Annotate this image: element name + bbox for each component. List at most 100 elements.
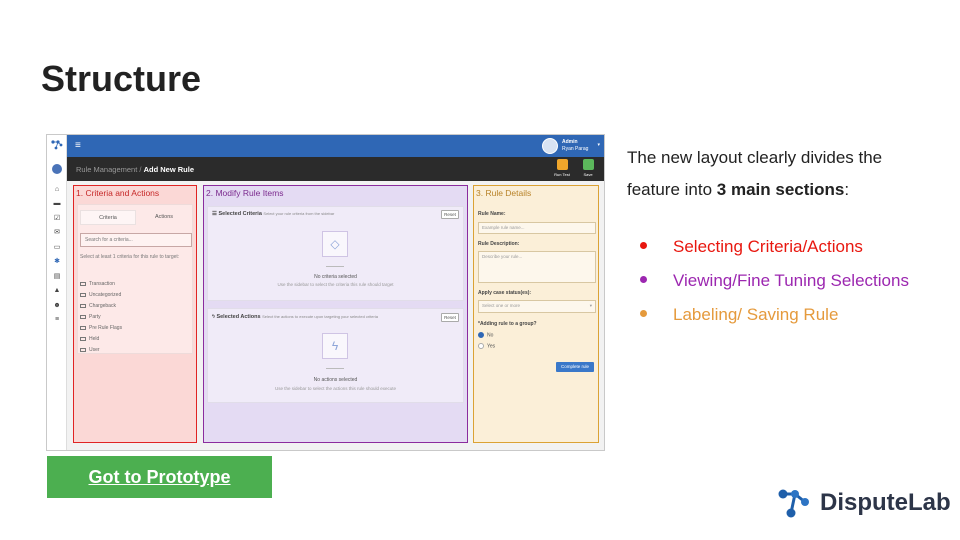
list-item-label: Uncategorized: [89, 292, 122, 298]
slide-title: Structure: [41, 58, 202, 99]
bullet-dot-icon: [640, 242, 647, 250]
radio-selected-icon: [478, 332, 484, 338]
home-icon[interactable]: ⌂: [53, 186, 61, 193]
rule-description-label: Rule Description:: [478, 241, 520, 247]
criteria-list: Transaction Uncategorized Chargeback Par…: [80, 279, 190, 356]
selected-actions-title: Selected Actions: [216, 314, 261, 320]
app-topbar: ≡ Admin Ryan Parag ▾: [67, 135, 604, 157]
chevron-down-icon: ▾: [597, 142, 600, 148]
breadcrumb-parent[interactable]: Rule Management: [76, 165, 137, 174]
warning-icon[interactable]: ▲: [53, 287, 61, 294]
sidebar-avatar[interactable]: [52, 164, 62, 174]
divider: [326, 266, 344, 267]
folder-icon: [80, 347, 86, 352]
no-criteria-title: No criteria selected: [314, 274, 357, 280]
bullet-dot-icon: [640, 310, 647, 318]
list-item[interactable]: Transaction: [80, 279, 190, 290]
app-subbar: Rule Management / Add New Rule Run Test …: [67, 157, 604, 181]
breadcrumb: Rule Management / Add New Rule: [76, 165, 194, 174]
selected-criteria-heading: ☰ Selected Criteria Select your rule cri…: [212, 211, 334, 217]
bullet-text: Selecting Criteria/Actions: [673, 237, 863, 256]
rule-description-input[interactable]: Describe your rule...: [478, 251, 596, 283]
folder-icon: [80, 281, 86, 286]
group-question-label: *Adding rule to a group?: [478, 321, 537, 327]
radio-no[interactable]: No: [478, 332, 493, 338]
criteria-panel: 1. Criteria and Actions Criteria Actions…: [73, 185, 197, 443]
list-item[interactable]: User: [80, 345, 190, 356]
card-icon[interactable]: ▭: [53, 244, 61, 251]
list-item-label: Transaction: [89, 281, 115, 287]
save-label: Save: [583, 172, 593, 177]
rule-name-label: Rule Name:: [478, 211, 506, 217]
list-item[interactable]: Pre Rule Flags: [80, 323, 190, 334]
list-item-label: Held: [89, 336, 100, 342]
folder-icon: [80, 314, 86, 319]
user-menu[interactable]: Admin Ryan Parag ▾: [542, 137, 600, 155]
folder-icon: [80, 336, 86, 341]
intro-bold: 3 main sections: [716, 180, 845, 199]
intro-suffix: :: [844, 180, 850, 199]
list-item[interactable]: Chargeback: [80, 301, 190, 312]
bullet-text: Viewing/Fine Tuning Selections: [673, 271, 909, 290]
list-item[interactable]: Held: [80, 334, 190, 345]
bullet-item: Labeling/ Saving Rule: [640, 300, 909, 334]
no-actions-sub: Use the sidebar to select the actions th…: [274, 386, 397, 391]
bullet-item: Viewing/Fine Tuning Selections: [640, 266, 909, 300]
bullet-text: Labeling/ Saving Rule: [673, 305, 839, 324]
chevron-down-icon: ▾: [589, 303, 592, 308]
mail-icon[interactable]: ✉: [53, 229, 61, 236]
users-icon[interactable]: ☻: [53, 302, 61, 309]
modify-panel: 2. Modify Rule Items ☰ Selected Criteria…: [203, 185, 468, 443]
lightning-icon: ϟ: [322, 333, 348, 359]
selected-actions-sub: Select the actions to execute upon targe…: [262, 314, 378, 319]
run-test-icon: [556, 159, 568, 170]
gear-icon[interactable]: ✱: [53, 258, 61, 265]
document-icon[interactable]: ▤: [53, 273, 61, 280]
intro-text: The new layout clearly divides the featu…: [627, 142, 937, 206]
app-screenshot: ⌂ ▬ ☑ ✉ ▭ ✱ ▤ ▲ ☻ ≡ ≡ Admin Ryan Parag ▾…: [46, 134, 605, 451]
save-button[interactable]: Save: [578, 159, 598, 177]
selected-actions-heading: ϟ Selected Actions Select the actions to…: [212, 314, 378, 320]
tab-criteria[interactable]: Criteria: [80, 210, 136, 225]
radio-unselected-icon: [478, 343, 484, 349]
brand-logo: DisputeLab: [777, 485, 951, 521]
folder-icon: [80, 292, 86, 297]
list-item[interactable]: Uncategorized: [80, 290, 190, 301]
run-test-button[interactable]: Run Test: [552, 159, 572, 177]
sliders-icon[interactable]: ≡: [53, 316, 61, 323]
list-item-label: User: [89, 347, 100, 353]
checkbox-icon[interactable]: ☑: [53, 215, 61, 222]
criteria-search-input[interactable]: Search for a criteria...: [80, 233, 192, 247]
rule-name-input[interactable]: Example rule name...: [478, 222, 596, 234]
criteria-tabs: Criteria Actions: [80, 210, 192, 225]
list-item[interactable]: Party: [80, 312, 190, 323]
radio-yes-label: Yes: [487, 343, 496, 350]
section-bullets: Selecting Criteria/Actions Viewing/Fine …: [640, 232, 909, 334]
case-status-select[interactable]: Select one or more ▾: [478, 300, 596, 313]
no-criteria-sub: Use the sidebar to select the criteria t…: [277, 282, 394, 287]
details-panel-title: 3. Rule Details: [476, 188, 532, 198]
complete-rule-button[interactable]: Complete rule: [556, 362, 594, 372]
list-item-label: Chargeback: [89, 303, 116, 309]
criteria-panel-title: 1. Criteria and Actions: [76, 188, 160, 198]
breadcrumb-separator: /: [139, 165, 142, 174]
divider: [326, 368, 344, 369]
bullet-item: Selecting Criteria/Actions: [640, 232, 909, 266]
menu-icon[interactable]: ≡: [75, 140, 81, 151]
save-icon: [582, 159, 594, 170]
go-to-prototype-button[interactable]: Got to Prototype: [47, 456, 272, 498]
disputelab-logo-icon: [778, 489, 809, 518]
user-role: Admin: [562, 139, 578, 145]
radio-yes[interactable]: Yes: [478, 343, 495, 349]
list-item-label: Party: [89, 314, 101, 320]
app-logo-icon: [51, 140, 63, 150]
folder-icon: [80, 303, 86, 308]
selected-criteria-sub: Select your rule criteria from the sideb…: [263, 211, 335, 216]
reset-actions-button[interactable]: Reset: [441, 313, 459, 322]
tab-actions[interactable]: Actions: [136, 210, 192, 225]
reset-criteria-button[interactable]: Reset: [441, 210, 459, 219]
folder-icon: [80, 325, 86, 330]
brand-name: DisputeLab: [820, 489, 951, 516]
briefcase-icon[interactable]: ▬: [53, 200, 61, 207]
case-status-value: Select one or more: [482, 303, 521, 308]
